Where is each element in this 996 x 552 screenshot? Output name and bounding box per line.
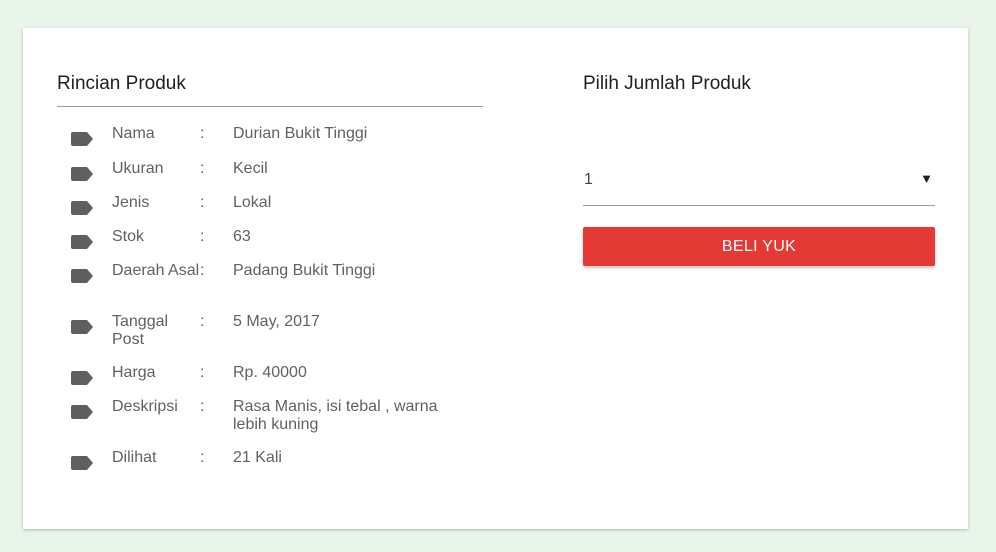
detail-value: Kecil	[233, 160, 268, 177]
detail-colon: :	[200, 228, 205, 245]
buy-button[interactable]: BELI YUK	[583, 227, 935, 266]
detail-row-harga: Harga : Rp. 40000	[71, 364, 491, 398]
detail-value: Padang Bukit Tinggi	[233, 262, 376, 279]
detail-colon: :	[200, 125, 205, 142]
details-list: Nama : Durian Bukit Tinggi Ukuran : Keci…	[71, 125, 491, 483]
tag-icon	[71, 167, 93, 181]
tag-icon	[71, 371, 93, 385]
dropdown-arrow-icon: ▼	[920, 171, 933, 186]
detail-value: Rasa Manis, isi tebal , warna lebih kuni…	[233, 398, 438, 433]
detail-row-dilihat: Dilihat : 21 Kali	[71, 449, 491, 483]
detail-value: Rp. 40000	[233, 364, 307, 381]
detail-label: Daerah Asal	[112, 262, 200, 279]
detail-row-tanggal-post: Tanggal Post : 5 May, 2017	[71, 313, 491, 364]
tag-icon	[71, 405, 93, 419]
tag-icon	[71, 269, 93, 283]
detail-colon: :	[200, 398, 205, 415]
detail-label: Jenis	[112, 194, 150, 211]
detail-label: Stok	[112, 228, 145, 245]
detail-value: 63	[233, 228, 251, 245]
detail-row-daerah-asal: Daerah Asal : Padang Bukit Tinggi	[71, 262, 491, 313]
tag-icon	[71, 132, 93, 146]
detail-colon: :	[200, 313, 205, 330]
quantity-select[interactable]: 1 ▼	[583, 168, 935, 206]
detail-value: Durian Bukit Tinggi	[233, 125, 368, 142]
detail-colon: :	[200, 449, 205, 466]
quantity-title: Pilih Jumlah Produk	[583, 73, 751, 94]
tag-icon	[71, 456, 93, 470]
detail-colon: :	[200, 160, 205, 177]
detail-row-nama: Nama : Durian Bukit Tinggi	[71, 125, 491, 160]
details-title: Rincian Produk	[57, 73, 186, 94]
tag-icon	[71, 201, 93, 215]
detail-label: Deskripsi	[112, 398, 178, 415]
detail-row-ukuran: Ukuran : Kecil	[71, 160, 491, 194]
detail-label: Tanggal Post	[112, 313, 169, 348]
tag-icon	[71, 320, 93, 334]
detail-colon: :	[200, 194, 205, 211]
detail-label: Ukuran	[112, 160, 164, 177]
quantity-selected-value: 1	[584, 171, 593, 188]
detail-value: 21 Kali	[233, 449, 282, 466]
detail-row-stok: Stok : 63	[71, 228, 491, 262]
detail-colon: :	[200, 364, 205, 381]
detail-label: Nama	[112, 125, 155, 142]
title-divider	[57, 106, 483, 107]
product-card: Rincian Produk Nama : Durian Bukit Tingg…	[23, 28, 968, 529]
detail-label: Harga	[112, 364, 156, 381]
detail-value: 5 May, 2017	[233, 313, 320, 330]
detail-row-deskripsi: Deskripsi : Rasa Manis, isi tebal , warn…	[71, 398, 491, 449]
detail-row-jenis: Jenis : Lokal	[71, 194, 491, 228]
detail-colon: :	[200, 262, 205, 279]
detail-label: Dilihat	[112, 449, 157, 466]
tag-icon	[71, 235, 93, 249]
detail-value: Lokal	[233, 194, 272, 211]
